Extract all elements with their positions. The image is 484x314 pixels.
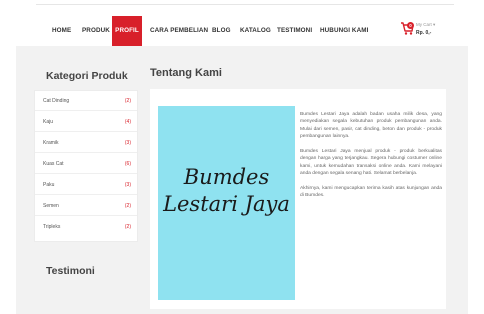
category-name: Kuas Cat — [43, 161, 64, 167]
bumdes-logo-image: Bumdes Lestari Jaya — [158, 106, 295, 300]
category-item-kramik[interactable]: Kramik (3) — [35, 133, 137, 153]
category-count: (3) — [124, 182, 131, 188]
nav-home[interactable]: HOME — [52, 16, 71, 46]
category-name: Paku — [43, 182, 55, 188]
sidebar-testimoni-title: Testimoni — [46, 265, 95, 277]
cart-total: Rp. 0,- — [416, 30, 432, 36]
category-name: Kaju — [43, 119, 54, 125]
nav-cara-pembelian[interactable]: CARA PEMBELIAN — [150, 16, 208, 46]
category-name: Semen — [43, 203, 59, 209]
category-count: (2) — [124, 98, 131, 104]
category-item-cat-dinding[interactable]: Cat Dinding (2) — [35, 91, 137, 111]
category-name: Tripleks — [43, 224, 61, 230]
cart-count-badge: 0 — [407, 22, 414, 29]
category-item-tripleks[interactable]: Tripleks (2) — [35, 217, 137, 237]
nav-profil[interactable]: PROFIL — [112, 16, 142, 46]
category-count: (2) — [124, 224, 131, 230]
about-description: Bumdes Lestari Jaya adalah badan usaha m… — [300, 111, 442, 207]
category-item-kaju[interactable]: Kaju (4) — [35, 112, 137, 132]
category-list: Cat Dinding (2) Kaju (4) Kramik (3) Kuas… — [34, 90, 138, 242]
mini-cart[interactable]: 0 My Cart ▾ Rp. 0,- — [400, 20, 450, 42]
category-count: (4) — [124, 119, 131, 125]
category-count: (6) — [124, 161, 131, 167]
category-item-semen[interactable]: Semen (2) — [35, 196, 137, 216]
page-title: Tentang Kami — [150, 67, 222, 79]
category-item-kuas-cat[interactable]: Kuas Cat (6) — [35, 154, 137, 174]
about-paragraph-1: Bumdes Lestari Jaya adalah badan usaha m… — [300, 112, 442, 140]
about-paragraph-2: Bumdes Lestari Jaya menjual produk - pro… — [300, 149, 442, 177]
nav-testimoni[interactable]: TESTIMONI — [277, 16, 312, 46]
nav-blog[interactable]: BLOG — [212, 16, 231, 46]
category-item-paku[interactable]: Paku (3) — [35, 175, 137, 195]
category-name: Cat Dinding — [43, 98, 70, 104]
about-paragraph-3: Akhirnya, kami mengucapkan terima kasih … — [300, 186, 442, 199]
top-divider — [36, 4, 454, 5]
logo-text: Bumdes Lestari Jaya — [158, 164, 295, 218]
logo-text-line-2: Lestari Jaya — [163, 192, 290, 216]
category-count: (3) — [124, 140, 131, 146]
category-name: Kramik — [43, 140, 59, 146]
category-count: (2) — [124, 203, 131, 209]
logo-text-line-1: Bumdes — [183, 165, 270, 189]
cart-label[interactable]: My Cart ▾ — [416, 22, 435, 28]
sidebar-category-title: Kategori Produk — [46, 70, 128, 82]
nav-hubungi-kami[interactable]: HUBUNGI KAMI — [320, 16, 368, 46]
nav-produk[interactable]: PRODUK — [82, 16, 110, 46]
nav-katalog[interactable]: KATALOG — [240, 16, 271, 46]
